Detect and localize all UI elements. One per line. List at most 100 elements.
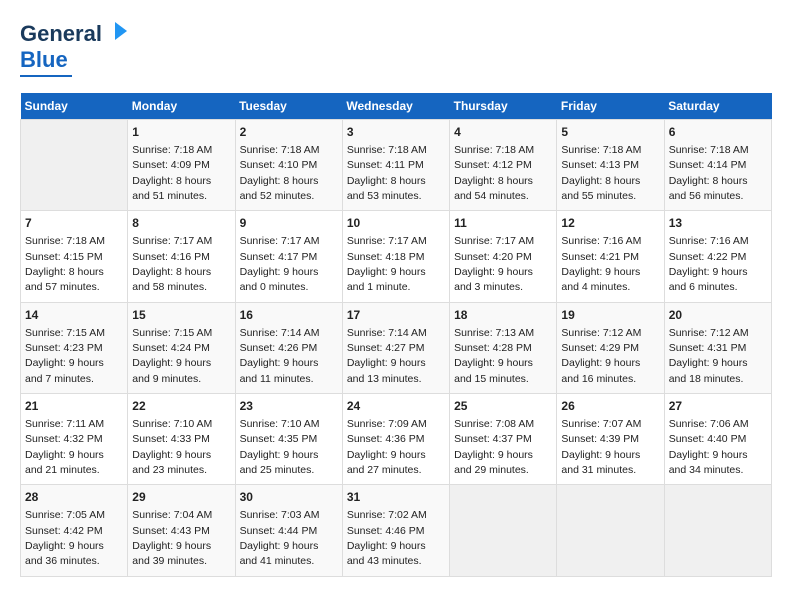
- weekday-header: Sunday: [21, 93, 128, 120]
- day-info: Sunrise: 7:13 AMSunset: 4:28 PMDaylight:…: [454, 327, 534, 385]
- day-info: Sunrise: 7:18 AMSunset: 4:12 PMDaylight:…: [454, 144, 534, 202]
- day-number: 21: [25, 398, 123, 415]
- day-number: 22: [132, 398, 230, 415]
- day-info: Sunrise: 7:14 AMSunset: 4:26 PMDaylight:…: [240, 327, 320, 385]
- weekday-header: Tuesday: [235, 93, 342, 120]
- weekday-header: Saturday: [664, 93, 771, 120]
- calendar-cell: 23Sunrise: 7:10 AMSunset: 4:35 PMDayligh…: [235, 394, 342, 485]
- logo-divider: [20, 75, 72, 77]
- day-number: 28: [25, 489, 123, 506]
- calendar-cell: [21, 120, 128, 211]
- day-number: 2: [240, 124, 338, 141]
- logo-general: General: [20, 21, 102, 47]
- day-info: Sunrise: 7:14 AMSunset: 4:27 PMDaylight:…: [347, 327, 427, 385]
- day-info: Sunrise: 7:15 AMSunset: 4:24 PMDaylight:…: [132, 327, 212, 385]
- calendar-cell: 9 Sunrise: 7:17 AMSunset: 4:17 PMDaylight…: [235, 211, 342, 302]
- day-info: Sunrise: 7:03 AMSunset: 4:44 PMDaylight:…: [240, 509, 320, 567]
- day-info: Sunrise: 7:12 AMSunset: 4:31 PMDaylight:…: [669, 327, 749, 385]
- calendar-cell: 8 Sunrise: 7:17 AMSunset: 4:16 PMDaylight…: [128, 211, 235, 302]
- day-number: 27: [669, 398, 767, 415]
- day-number: 3: [347, 124, 445, 141]
- calendar-cell: 26 Sunrise: 7:07 AMSunset: 4:39 PMDayligh…: [557, 394, 664, 485]
- calendar-cell: 22 Sunrise: 7:10 AMSunset: 4:33 PMDayligh…: [128, 394, 235, 485]
- calendar-cell: 20 Sunrise: 7:12 AMSunset: 4:31 PMDayligh…: [664, 302, 771, 393]
- day-number: 19: [561, 307, 659, 324]
- page-header: General Blue: [20, 20, 772, 77]
- day-info: Sunrise: 7:17 AMSunset: 4:20 PMDaylight:…: [454, 235, 534, 293]
- day-info: Sunrise: 7:18 AMSunset: 4:15 PMDaylight:…: [25, 235, 105, 293]
- day-number: 29: [132, 489, 230, 506]
- weekday-header-row: SundayMondayTuesdayWednesdayThursdayFrid…: [21, 93, 772, 120]
- calendar-week-row: 21 Sunrise: 7:11 AMSunset: 4:32 PMDayligh…: [21, 394, 772, 485]
- day-number: 4: [454, 124, 552, 141]
- day-info: Sunrise: 7:04 AMSunset: 4:43 PMDaylight:…: [132, 509, 212, 567]
- calendar-cell: [557, 485, 664, 576]
- calendar-cell: 7Sunrise: 7:18 AMSunset: 4:15 PMDaylight…: [21, 211, 128, 302]
- day-info: Sunrise: 7:06 AMSunset: 4:40 PMDaylight:…: [669, 418, 749, 476]
- weekday-header: Friday: [557, 93, 664, 120]
- day-info: Sunrise: 7:18 AMSunset: 4:11 PMDaylight:…: [347, 144, 427, 202]
- calendar-cell: 31 Sunrise: 7:02 AMSunset: 4:46 PMDayligh…: [342, 485, 449, 576]
- calendar-cell: 15Sunrise: 7:15 AMSunset: 4:24 PMDayligh…: [128, 302, 235, 393]
- calendar-cell: 21 Sunrise: 7:11 AMSunset: 4:32 PMDayligh…: [21, 394, 128, 485]
- day-number: 5: [561, 124, 659, 141]
- day-info: Sunrise: 7:09 AMSunset: 4:36 PMDaylight:…: [347, 418, 427, 476]
- day-number: 6: [669, 124, 767, 141]
- day-info: Sunrise: 7:17 AMSunset: 4:17 PMDaylight:…: [240, 235, 320, 293]
- day-number: 13: [669, 215, 767, 232]
- calendar-cell: 25Sunrise: 7:08 AMSunset: 4:37 PMDayligh…: [450, 394, 557, 485]
- calendar-cell: 16 Sunrise: 7:14 AMSunset: 4:26 PMDayligh…: [235, 302, 342, 393]
- day-number: 24: [347, 398, 445, 415]
- calendar-cell: 30 Sunrise: 7:03 AMSunset: 4:44 PMDayligh…: [235, 485, 342, 576]
- calendar-cell: 6 Sunrise: 7:18 AMSunset: 4:14 PMDaylight…: [664, 120, 771, 211]
- calendar-table: SundayMondayTuesdayWednesdayThursdayFrid…: [20, 93, 772, 577]
- calendar-cell: 24 Sunrise: 7:09 AMSunset: 4:36 PMDayligh…: [342, 394, 449, 485]
- calendar-cell: 27 Sunrise: 7:06 AMSunset: 4:40 PMDayligh…: [664, 394, 771, 485]
- calendar-week-row: 14 Sunrise: 7:15 AMSunset: 4:23 PMDayligh…: [21, 302, 772, 393]
- day-number: 10: [347, 215, 445, 232]
- weekday-header: Wednesday: [342, 93, 449, 120]
- calendar-cell: 28 Sunrise: 7:05 AMSunset: 4:42 PMDayligh…: [21, 485, 128, 576]
- day-number: 11: [454, 215, 552, 232]
- calendar-cell: 10Sunrise: 7:17 AMSunset: 4:18 PMDayligh…: [342, 211, 449, 302]
- day-info: Sunrise: 7:18 AMSunset: 4:10 PMDaylight:…: [240, 144, 320, 202]
- calendar-cell: [450, 485, 557, 576]
- calendar-cell: 3 Sunrise: 7:18 AMSunset: 4:11 PMDaylight…: [342, 120, 449, 211]
- logo-icon: [107, 20, 129, 47]
- day-info: Sunrise: 7:07 AMSunset: 4:39 PMDaylight:…: [561, 418, 641, 476]
- day-info: Sunrise: 7:17 AMSunset: 4:16 PMDaylight:…: [132, 235, 212, 293]
- weekday-header: Thursday: [450, 93, 557, 120]
- day-info: Sunrise: 7:05 AMSunset: 4:42 PMDaylight:…: [25, 509, 105, 567]
- calendar-cell: 17 Sunrise: 7:14 AMSunset: 4:27 PMDayligh…: [342, 302, 449, 393]
- day-info: Sunrise: 7:16 AMSunset: 4:21 PMDaylight:…: [561, 235, 641, 293]
- logo: General Blue: [20, 20, 129, 77]
- calendar-cell: 2 Sunrise: 7:18 AMSunset: 4:10 PMDaylight…: [235, 120, 342, 211]
- day-info: Sunrise: 7:18 AMSunset: 4:14 PMDaylight:…: [669, 144, 749, 202]
- day-number: 8: [132, 215, 230, 232]
- calendar-week-row: 28 Sunrise: 7:05 AMSunset: 4:42 PMDayligh…: [21, 485, 772, 576]
- day-info: Sunrise: 7:16 AMSunset: 4:22 PMDaylight:…: [669, 235, 749, 293]
- day-number: 16: [240, 307, 338, 324]
- calendar-cell: 13 Sunrise: 7:16 AMSunset: 4:22 PMDayligh…: [664, 211, 771, 302]
- day-number: 14: [25, 307, 123, 324]
- calendar-cell: 4 Sunrise: 7:18 AMSunset: 4:12 PMDaylight…: [450, 120, 557, 211]
- calendar-cell: 19 Sunrise: 7:12 AMSunset: 4:29 PMDayligh…: [557, 302, 664, 393]
- day-number: 18: [454, 307, 552, 324]
- weekday-header: Monday: [128, 93, 235, 120]
- day-number: 30: [240, 489, 338, 506]
- day-number: 31: [347, 489, 445, 506]
- day-info: Sunrise: 7:10 AMSunset: 4:33 PMDaylight:…: [132, 418, 212, 476]
- day-number: 25: [454, 398, 552, 415]
- day-number: 9: [240, 215, 338, 232]
- day-number: 20: [669, 307, 767, 324]
- day-number: 17: [347, 307, 445, 324]
- logo-blue: Blue: [20, 47, 68, 73]
- day-info: Sunrise: 7:12 AMSunset: 4:29 PMDaylight:…: [561, 327, 641, 385]
- day-number: 1: [132, 124, 230, 141]
- calendar-week-row: 1Sunrise: 7:18 AMSunset: 4:09 PMDaylight…: [21, 120, 772, 211]
- day-info: Sunrise: 7:11 AMSunset: 4:32 PMDaylight:…: [25, 418, 104, 476]
- calendar-cell: 1Sunrise: 7:18 AMSunset: 4:09 PMDaylight…: [128, 120, 235, 211]
- day-info: Sunrise: 7:02 AMSunset: 4:46 PMDaylight:…: [347, 509, 427, 567]
- day-number: 26: [561, 398, 659, 415]
- day-info: Sunrise: 7:15 AMSunset: 4:23 PMDaylight:…: [25, 327, 105, 385]
